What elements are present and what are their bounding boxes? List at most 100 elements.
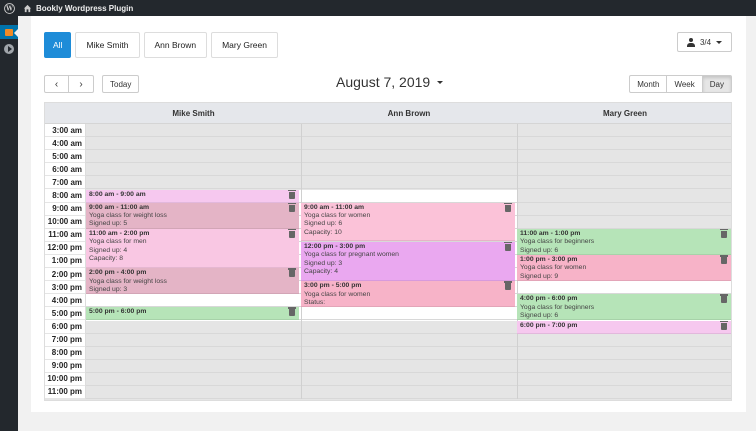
trash-icon[interactable]: [504, 202, 512, 212]
time-label: 9:00 am: [45, 203, 85, 216]
tab-mary-green[interactable]: Mary Green: [211, 32, 278, 58]
trash-icon[interactable]: [288, 307, 296, 317]
time-slot[interactable]: [86, 176, 731, 190]
column-header: Mike Smith: [172, 109, 215, 118]
home-icon[interactable]: [20, 0, 34, 16]
column-header: Mary Green: [602, 109, 648, 118]
time-label: 7:00 pm: [45, 334, 85, 347]
svg-text:W: W: [5, 5, 13, 12]
appointment-event[interactable]: 11:00 am - 1:00 pm Yoga class for beginne…: [517, 228, 731, 255]
time-slot[interactable]: [86, 386, 731, 400]
event-detail: Signed up: 3: [89, 285, 128, 293]
admin-sidebar: [0, 16, 18, 431]
event-detail: Capacity: 4: [304, 268, 339, 276]
appointment-event[interactable]: 3:00 pm - 5:00 pm Yoga class for women Sta…: [301, 281, 515, 308]
staff-filter-dropdown[interactable]: 3/4: [677, 32, 732, 52]
trash-icon[interactable]: [720, 228, 728, 238]
time-slot[interactable]: [86, 137, 731, 151]
time-slot[interactable]: [86, 163, 731, 177]
event-detail: Yoga class for women: [520, 264, 587, 272]
time-slot[interactable]: [86, 150, 731, 164]
appointment-event[interactable]: 4:00 pm - 6:00 pm Yoga class for beginner…: [517, 294, 731, 321]
time-label: 4:00 am: [45, 137, 85, 151]
event-detail: Signed up: 3: [304, 259, 343, 267]
time-axis: 3:00 am 4:00 am 5:00 am 6:00 am 7:00 am 8:00 …: [45, 124, 86, 400]
time-label: 2:00 pm: [45, 268, 85, 282]
person-icon: [686, 37, 695, 47]
trash-icon[interactable]: [288, 189, 296, 199]
appointment-event[interactable]: 2:00 pm - 4:00 pm Yoga class for weight l…: [86, 268, 299, 295]
appointment-event[interactable]: 8:00 am - 9:00 am: [86, 189, 299, 203]
time-label: 11:00 pm: [45, 386, 85, 399]
media-menu-icon[interactable]: [4, 44, 14, 54]
event-detail: Signed up: 6: [304, 220, 343, 228]
time-slot[interactable]: [86, 124, 731, 138]
time-label: 3:00 am: [45, 124, 85, 138]
event-detail: Signed up: 4: [89, 246, 128, 254]
date-picker-title[interactable]: August 7, 2019: [336, 74, 444, 90]
current-date: August 7, 2019: [336, 74, 431, 90]
appointment-event[interactable]: 11:00 am - 2:00 pm Yoga class for men Sign…: [86, 228, 299, 269]
event-time: 9:00 am - 11:00 am: [89, 203, 150, 211]
appointment-event[interactable]: 1:00 pm - 3:00 pm Yoga class for women Sig…: [517, 255, 731, 282]
time-slot[interactable]: [86, 334, 731, 347]
prev-button[interactable]: ‹: [44, 75, 69, 93]
appointment-event[interactable]: 6:00 pm - 7:00 pm: [517, 320, 731, 334]
tab-ann-brown[interactable]: Ann Brown: [143, 32, 208, 58]
time-slot[interactable]: [86, 360, 731, 373]
event-detail: Yoga class for beginners: [520, 238, 595, 246]
appointment-event[interactable]: 9:00 am - 11:00 am Yoga class for women Si…: [301, 202, 515, 241]
time-slot[interactable]: [86, 373, 731, 386]
event-detail: Yoga class for women: [304, 290, 371, 298]
time-label: 4:00 pm: [45, 294, 85, 308]
view-day-button[interactable]: Day: [701, 75, 732, 93]
view-switcher: Month Week Day: [629, 75, 732, 93]
time-label: 9:00 pm: [45, 360, 85, 373]
today-button[interactable]: Today: [102, 75, 140, 93]
trash-icon[interactable]: [288, 268, 296, 278]
time-slot[interactable]: [86, 347, 731, 360]
day-calendar-grid: Mike Smith Ann Brown Mary Green 3:00 am 4…: [44, 102, 732, 401]
trash-icon[interactable]: [720, 320, 728, 330]
time-label: 1:00 pm: [45, 255, 85, 269]
site-title-link[interactable]: Bookly Wordpress Plugin: [36, 4, 133, 13]
event-time: 4:00 pm - 6:00 pm: [520, 295, 578, 303]
time-label: 10:00 pm: [45, 373, 85, 386]
view-month-button[interactable]: Month: [629, 75, 668, 93]
event-detail: Yoga class for pregnant women: [304, 251, 399, 259]
event-detail: Signed up: 6: [520, 246, 559, 254]
time-label: 6:00 am: [45, 163, 85, 177]
trash-icon[interactable]: [720, 294, 728, 304]
time-label: 12:00 pm: [45, 242, 85, 255]
time-label: 10:00 am: [45, 216, 85, 229]
view-week-button[interactable]: Week: [666, 75, 703, 93]
event-detail: Signed up: 5: [89, 220, 128, 228]
chevron-down-icon: [437, 80, 444, 84]
time-label: 5:00 am: [45, 150, 85, 164]
event-time: 8:00 am - 9:00 am: [89, 190, 146, 198]
trash-icon[interactable]: [720, 255, 728, 264]
column-header: Ann Brown: [387, 109, 431, 118]
trash-icon[interactable]: [504, 281, 512, 291]
trash-icon[interactable]: [288, 202, 296, 212]
event-detail: Yoga class for beginners: [520, 303, 595, 311]
admin-bar: W Bookly Wordpress Plugin: [0, 0, 756, 16]
trash-icon[interactable]: [288, 228, 296, 238]
event-time: 11:00 am - 1:00 pm: [520, 229, 581, 237]
trash-icon[interactable]: [504, 241, 512, 251]
staff-filter-value: 3/4: [699, 37, 712, 47]
event-time: 6:00 pm - 7:00 pm: [520, 321, 578, 329]
wordpress-logo-icon[interactable]: W: [0, 0, 18, 16]
time-label: 8:00 pm: [45, 347, 85, 360]
event-detail: Yoga class for women: [304, 212, 371, 219]
tab-mike-smith[interactable]: Mike Smith: [75, 32, 140, 58]
event-time: 9:00 am - 11:00 am: [304, 203, 365, 211]
appointment-event[interactable]: 9:00 am - 11:00 am Yoga class for weight …: [86, 202, 299, 229]
event-detail: Yoga class for weight loss: [89, 212, 167, 219]
time-grid: 8:00 am - 9:00 am 9:00 am - 11:00 am Yoga …: [86, 124, 731, 400]
appointment-event[interactable]: 12:00 pm - 3:00 pm Yoga class for pregnan…: [301, 241, 515, 282]
appointment-event[interactable]: 5:00 pm - 6:00 pm: [86, 307, 299, 321]
date-nav: ‹ ›: [44, 75, 94, 93]
tab-all[interactable]: All: [44, 32, 72, 58]
next-button[interactable]: ›: [69, 75, 94, 93]
